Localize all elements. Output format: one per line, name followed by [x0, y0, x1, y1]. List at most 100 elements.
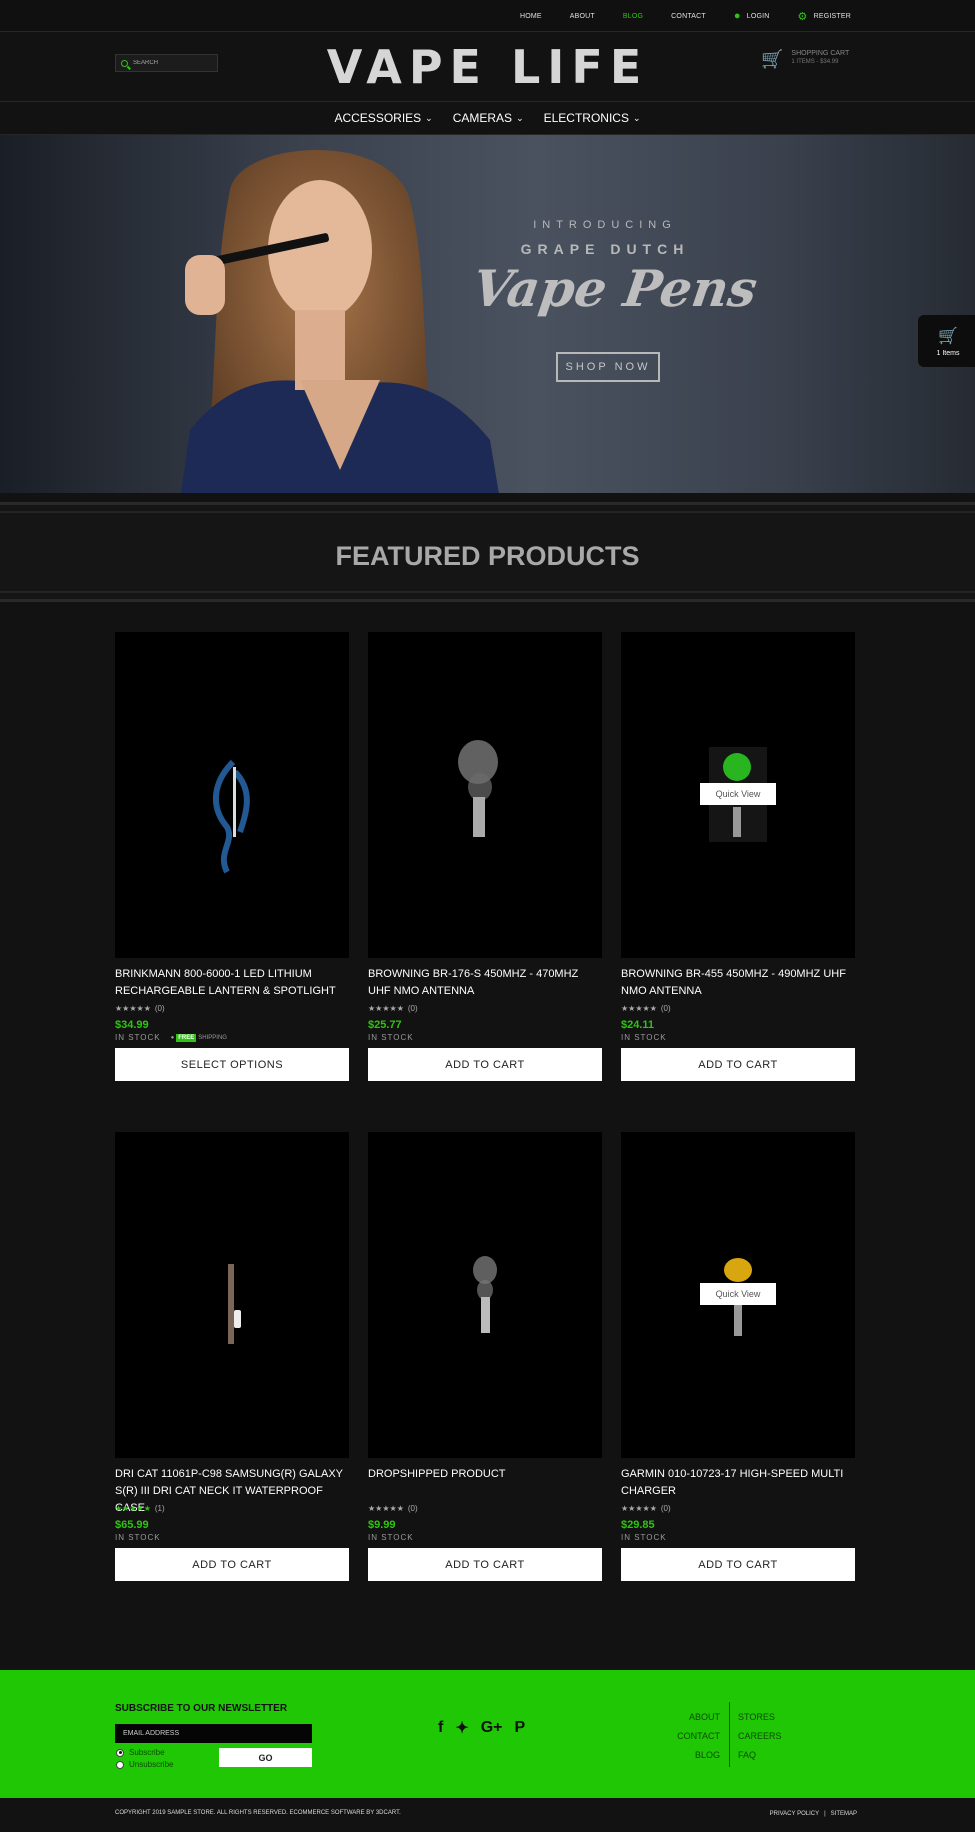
quick-view-button[interactable]: Quick View	[700, 783, 776, 805]
footer-link-blog[interactable]: BLOG	[640, 1746, 720, 1765]
product-name[interactable]: DROPSHIPPED PRODUCT	[368, 1466, 602, 1500]
stock-row: IN STOCK	[115, 1533, 349, 1542]
add-to-cart-button[interactable]: ADD TO CART	[115, 1548, 349, 1581]
nav-blog[interactable]: BLOG	[623, 13, 643, 20]
stock-status: IN STOCK	[115, 1533, 161, 1542]
footer-link-careers[interactable]: CAREERS	[738, 1727, 782, 1746]
footer-links-left: ABOUT CONTACT BLOG	[640, 1708, 720, 1765]
footer-link-contact[interactable]: CONTACT	[640, 1727, 720, 1746]
category-label: ELECTRONICS	[543, 111, 629, 125]
product-card: Quick View GARMIN 010-10723-17 HIGH-SPEE…	[621, 1132, 855, 1581]
category-cameras[interactable]: CAMERAS ⌄	[453, 111, 524, 125]
header: VAPE LIFE 🛒 SHOPPING CART 1 ITEMS - $34.…	[0, 32, 975, 102]
newsletter-go-button[interactable]: GO	[219, 1748, 312, 1767]
product-name[interactable]: DRI CAT 11061P-C98 SAMSUNG(R) GALAXY S(R…	[115, 1466, 349, 1514]
nav-contact[interactable]: CONTACT	[671, 13, 706, 20]
star-rating-icon: ★★★★★	[115, 1504, 151, 1513]
floating-cart-button[interactable]: 🛒 1 Items	[918, 315, 975, 367]
nav-register[interactable]: ⚙ REGISTER	[798, 10, 851, 23]
cart-summary: 1 ITEMS - $34.99	[791, 59, 839, 65]
facebook-icon[interactable]: f	[438, 1719, 443, 1737]
category-nav: ACCESSORIES ⌄ CAMERAS ⌄ ELECTRONICS ⌄	[0, 102, 975, 135]
product-image[interactable]: Quick View	[621, 632, 855, 958]
product-image[interactable]: Quick View	[621, 1132, 855, 1458]
footer-link-about[interactable]: ABOUT	[640, 1708, 720, 1727]
footer-link-stores[interactable]: STORES	[738, 1708, 782, 1727]
stock-row: IN STOCK	[621, 1033, 855, 1042]
product-image[interactable]	[115, 1132, 349, 1458]
twitter-icon[interactable]: ✦	[455, 1718, 468, 1738]
product-card: BROWNING BR-176-S 450MHZ - 470MHZ UHF NM…	[368, 632, 602, 1081]
footer-link-faq[interactable]: FAQ	[738, 1746, 782, 1765]
product-name[interactable]: BROWNING BR-455 450MHZ - 490MHZ UHF NMO …	[621, 966, 855, 1000]
star-rating-icon: ★★★★★	[368, 1504, 404, 1513]
radio-empty-icon[interactable]	[116, 1760, 124, 1769]
stock-status: IN STOCK	[621, 1533, 667, 1542]
product-price: $65.99	[115, 1519, 149, 1531]
category-label: CAMERAS	[452, 111, 513, 125]
review-count: (1)	[154, 1504, 165, 1513]
footer-divider	[729, 1702, 730, 1767]
product-rating: ★★★★★ (0)	[368, 1504, 602, 1513]
quick-view-button[interactable]: Quick View	[700, 1283, 776, 1305]
category-accessories[interactable]: ACCESSORIES ⌄	[334, 111, 432, 125]
shop-now-button[interactable]: SHOP NOW	[556, 352, 660, 382]
category-label: ACCESSORIES	[334, 111, 422, 125]
gear-icon: ⚙	[797, 10, 808, 23]
product-name[interactable]: GARMIN 010-10723-17 HIGH-SPEED MULTI CHA…	[621, 1466, 855, 1500]
pinterest-icon[interactable]: P	[515, 1719, 526, 1737]
chevron-down-icon: ⌄	[632, 112, 641, 123]
email-field[interactable]	[115, 1724, 312, 1743]
product-name[interactable]: BROWNING BR-176-S 450MHZ - 470MHZ UHF NM…	[368, 966, 602, 1000]
review-count: (0)	[660, 1504, 671, 1513]
stock-status: IN STOCK	[368, 1533, 414, 1542]
hero-banner[interactable]: INTRODUCING GRAPE DUTCH Vape Pens SHOP N…	[0, 135, 975, 493]
review-count: (0)	[407, 1504, 418, 1513]
privacy-policy-link[interactable]: PRIVACY POLICY	[770, 1811, 819, 1817]
unsubscribe-radio[interactable]: Unsubscribe	[116, 1760, 173, 1769]
subscribe-radio[interactable]: Subscribe	[116, 1748, 165, 1757]
category-electronics[interactable]: ELECTRONICS ⌄	[544, 111, 641, 125]
register-label: REGISTER	[813, 12, 851, 20]
shopping-cart-link[interactable]: 🛒 SHOPPING CART 1 ITEMS - $34.99	[761, 50, 849, 68]
radio-selected-icon[interactable]	[116, 1748, 124, 1757]
product-image[interactable]	[115, 632, 349, 958]
add-to-cart-button[interactable]: ADD TO CART	[621, 1048, 855, 1081]
truck-icon: ●	[170, 1034, 175, 1041]
product-rating: ★★★★★ (0)	[621, 1004, 855, 1013]
legal-links: PRIVACY POLICY | SITEMAP	[770, 1811, 857, 1817]
sitemap-link[interactable]: SITEMAP	[831, 1811, 857, 1817]
product-name[interactable]: BRINKMANN 800-6000-1 LED LITHIUM RECHARG…	[115, 966, 349, 1000]
footer-links-right: STORES CAREERS FAQ	[738, 1708, 782, 1765]
product-image[interactable]	[368, 632, 602, 958]
stock-row: IN STOCK	[368, 1533, 602, 1542]
stock-status: IN STOCK	[368, 1033, 414, 1042]
product-image[interactable]	[368, 1132, 602, 1458]
google-plus-icon[interactable]: G+	[481, 1719, 503, 1737]
social-links: f ✦ G+ P	[438, 1718, 525, 1738]
free-label: FREE	[176, 1033, 197, 1042]
product-price: $29.85	[621, 1519, 655, 1531]
nav-login[interactable]: ● LOGIN	[734, 10, 770, 22]
product-photo	[228, 1264, 241, 1344]
featured-title: FEATURED PRODUCTS	[335, 541, 640, 571]
hero-intro-text: INTRODUCING	[533, 219, 677, 231]
product-price: $34.99	[115, 1019, 149, 1031]
add-to-cart-button[interactable]: ADD TO CART	[368, 1548, 602, 1581]
select-options-button[interactable]: SELECT OPTIONS	[115, 1048, 349, 1081]
product-photo	[473, 1256, 497, 1333]
review-count: (0)	[660, 1004, 671, 1013]
cart-icon: 🛒	[938, 327, 958, 345]
free-shipping-badge: ● FREE SHIPPING	[170, 1033, 227, 1042]
add-to-cart-button[interactable]: ADD TO CART	[368, 1048, 602, 1081]
stock-status: IN STOCK	[115, 1033, 161, 1042]
add-to-cart-button[interactable]: ADD TO CART	[621, 1548, 855, 1581]
stock-row: IN STOCK	[621, 1533, 855, 1542]
nav-home[interactable]: HOME	[520, 13, 542, 20]
product-price: $25.77	[368, 1019, 402, 1031]
product-photo	[458, 740, 498, 837]
product-rating: ★★★★★ (1)	[115, 1504, 349, 1513]
top-nav: HOME ABOUT BLOG CONTACT ● LOGIN ⚙ REGISTER	[492, 0, 851, 32]
nav-about[interactable]: ABOUT	[570, 13, 595, 20]
product-card: DROPSHIPPED PRODUCT ★★★★★ (0) $9.99 IN S…	[368, 1132, 602, 1581]
